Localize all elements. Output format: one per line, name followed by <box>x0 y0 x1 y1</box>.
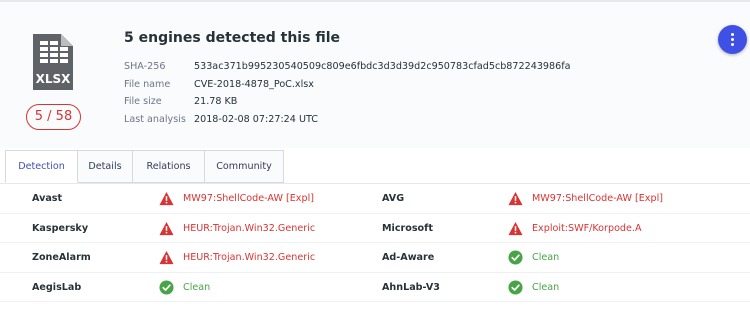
engine-name: Kaspersky <box>32 222 89 234</box>
file-type-label: XLSX <box>36 72 72 86</box>
detail-row-sha256: SHA-256 533ac371b995230540509c809e6fbdc3d… <box>124 58 571 76</box>
result-row: Kaspersky HEUR:Trojan.Win32.Generic Micr… <box>0 214 750 243</box>
warning-icon <box>159 221 174 235</box>
file-details: SHA-256 533ac371b995230540509c809e6fbdc3d… <box>124 58 571 129</box>
verdict-text: MW97:ShellCode-AW [Expl] <box>183 193 314 204</box>
result-row: Avast MW97:ShellCode-AW [Expl] AVG MW97:… <box>0 184 750 214</box>
verdict: HEUR:Trojan.Win32.Generic <box>159 214 315 243</box>
detail-value: 533ac371b995230540509c809e6fbdc3d3d39d2c… <box>194 61 571 72</box>
verdict-text: Clean <box>532 252 560 263</box>
detail-row-file-name: File name CVE-2018-4878_PoC.xlsx <box>124 76 571 94</box>
verdict-text: HEUR:Trojan.Win32.Generic <box>183 222 316 234</box>
xlsx-file-icon: XLSX <box>33 34 73 90</box>
tab-community[interactable]: Community <box>205 150 284 183</box>
detail-key: SHA-256 <box>124 61 166 72</box>
tab-bar: Detection Details Relations Community <box>5 150 284 183</box>
verdict-text: Clean <box>532 281 560 293</box>
verdict: MW97:ShellCode-AW [Expl] <box>159 184 314 213</box>
detail-row-last-analysis: Last analysis 2018-02-08 07:27:24 UTC <box>124 111 571 129</box>
warning-icon <box>159 250 174 265</box>
page-title: 5 engines detected this file <box>124 30 340 46</box>
detail-value: 2018-02-08 07:27:24 UTC <box>194 114 318 126</box>
dot-icon <box>731 43 734 46</box>
result-row: AegisLab Clean AhnLab-V3 Clean <box>0 273 750 302</box>
engine-name: ZoneAlarm <box>32 252 91 263</box>
engine-name: AVG <box>382 193 405 204</box>
detail-key: Last analysis <box>124 114 186 126</box>
dot-icon <box>731 33 734 36</box>
warning-icon <box>508 221 523 235</box>
detail-key: File name <box>124 78 171 90</box>
verdict: Exploit:SWF/Korpode.A <box>508 214 642 243</box>
file-summary-header: XLSX 5 / 58 5 engines detected this file… <box>0 0 750 148</box>
more-options-button[interactable] <box>718 25 747 54</box>
engine-name: AhnLab-V3 <box>382 281 440 293</box>
detection-results-table: Avast MW97:ShellCode-AW [Expl] AVG MW97:… <box>0 183 750 302</box>
verdict-text: HEUR:Trojan.Win32.Generic <box>183 252 316 263</box>
tab-detection[interactable]: Detection <box>5 150 78 183</box>
dot-icon <box>731 38 734 41</box>
verdict: Clean <box>159 273 210 302</box>
detail-key: File size <box>124 96 162 108</box>
engine-name: Ad-Aware <box>382 252 435 263</box>
verdict: Clean <box>508 273 559 302</box>
result-row: ZoneAlarm HEUR:Trojan.Win32.Generic Ad-A… <box>0 243 750 273</box>
detail-value: CVE-2018-4878_PoC.xlsx <box>194 78 314 90</box>
check-circle-icon <box>159 279 174 295</box>
verdict-text: MW97:ShellCode-AW [Expl] <box>532 193 663 204</box>
verdict: Clean <box>508 243 559 272</box>
check-circle-icon <box>508 250 523 265</box>
verdict-text: Exploit:SWF/Korpode.A <box>532 222 642 234</box>
verdict: MW97:ShellCode-AW [Expl] <box>508 184 663 213</box>
tab-details[interactable]: Details <box>78 150 133 183</box>
tab-relations[interactable]: Relations <box>133 150 205 183</box>
engine-name: Avast <box>32 193 63 204</box>
detail-row-file-size: File size 21.78 KB <box>124 93 571 111</box>
warning-icon <box>159 191 174 206</box>
verdict-text: Clean <box>183 281 211 293</box>
detection-score-badge: 5 / 58 <box>26 104 81 130</box>
verdict: HEUR:Trojan.Win32.Generic <box>159 243 315 272</box>
engine-name: AegisLab <box>32 281 82 293</box>
detail-value: 21.78 KB <box>194 96 238 108</box>
check-circle-icon <box>508 279 523 295</box>
engine-name: Microsoft <box>382 222 433 234</box>
warning-icon <box>508 191 523 206</box>
